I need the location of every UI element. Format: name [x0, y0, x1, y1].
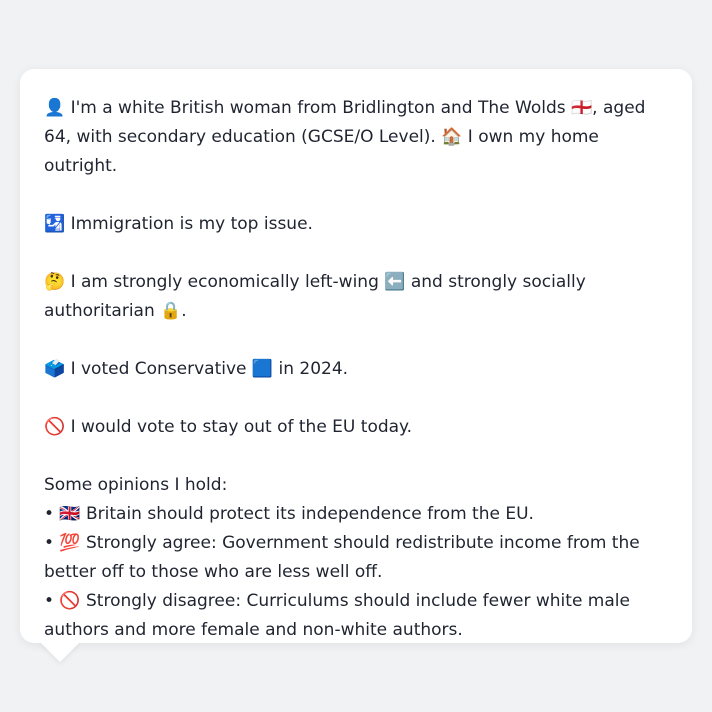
- opinion-item: • 🚫 Strongly disagree: Curriculums shoul…: [44, 591, 630, 640]
- persona-message-bubble: 👤 I'm a white British woman from Bridlin…: [20, 69, 692, 643]
- persona-intro: 👤 I'm a white British woman from Bridlin…: [44, 98, 646, 176]
- persona-eu-vote: 🚫 I would vote to stay out of the EU tod…: [44, 417, 413, 437]
- opinion-item: • 🇬🇧 Britain should protect its independ…: [44, 504, 534, 524]
- opinion-item: • 💯 Strongly agree: Government should re…: [44, 533, 640, 582]
- opinions-heading: Some opinions I hold:: [44, 475, 228, 495]
- persona-top-issue: 🛂 Immigration is my top issue.: [44, 214, 313, 234]
- bubble-tail: [40, 642, 80, 662]
- persona-ideology: 🤔 I am strongly economically left-wing ⬅…: [44, 272, 586, 321]
- persona-vote-2024: 🗳️ I voted Conservative 🟦 in 2024.: [44, 359, 349, 379]
